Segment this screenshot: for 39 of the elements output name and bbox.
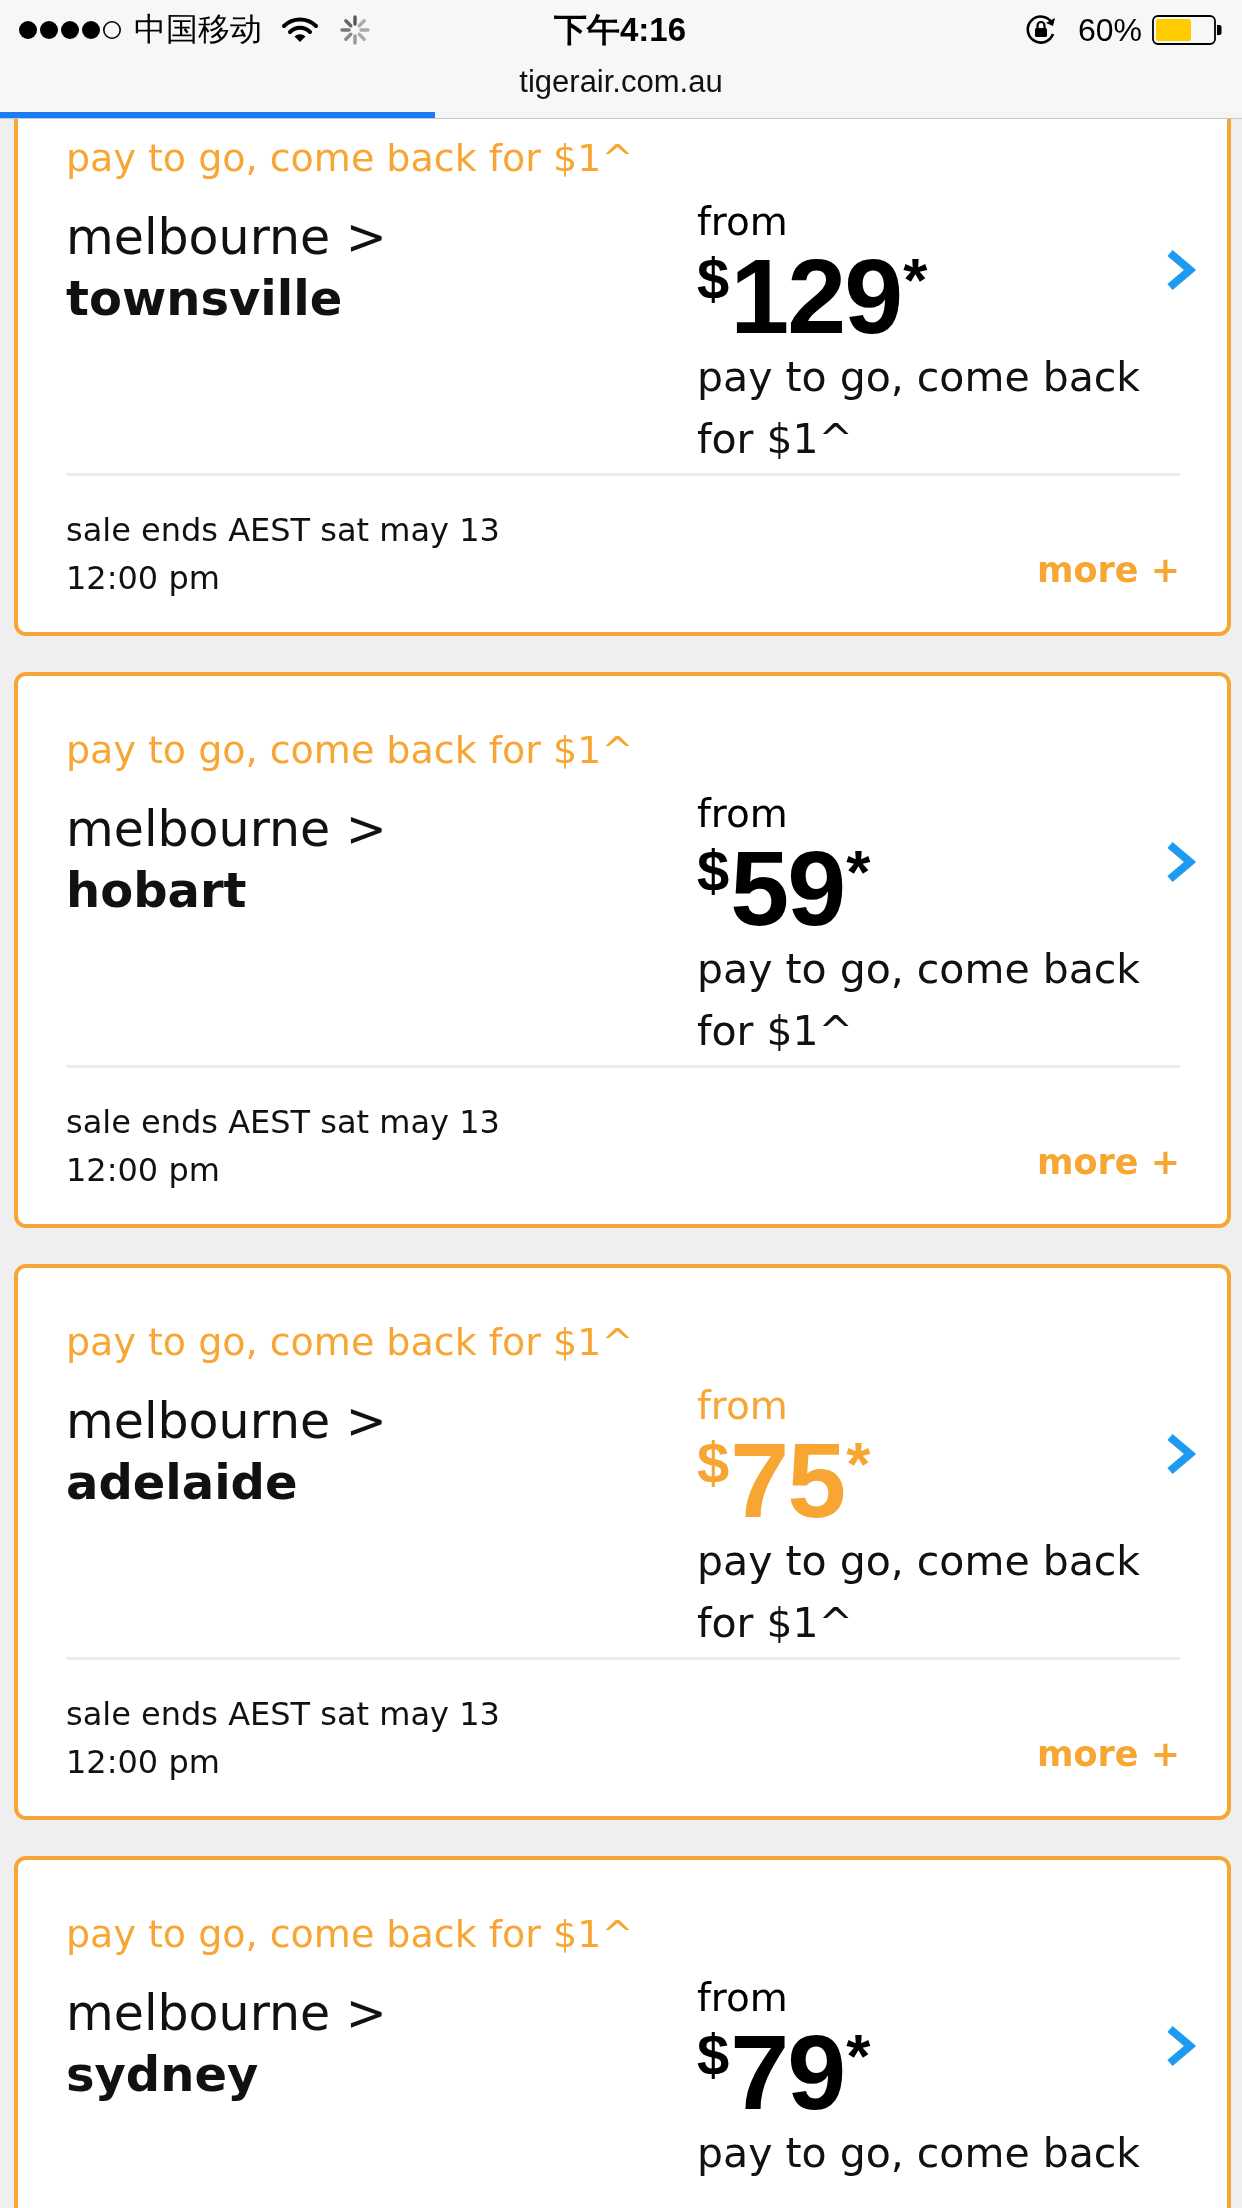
destination-text: hobart [66, 861, 248, 920]
battery-percentage: 60% [1077, 11, 1142, 49]
price-note: pay to go, come back [697, 2128, 1142, 2179]
price-note: pay to go, come back for $1^ [697, 944, 1142, 1057]
promo-text: pay to go, come back for $1^ [66, 1319, 635, 1366]
price-text: $^{$}$59$^{*}$ [697, 838, 870, 938]
promo-text: pay to go, come back for $1^ [66, 1911, 635, 1958]
fare-card[interactable]: pay to go, come back for $1^ melbourne > sydney from $^{$}$79$^{*}$ pay to go, come back [14, 1856, 1231, 2208]
destination-text: adelaide [66, 1453, 299, 1512]
promo-text: pay to go, come back for $1^ [66, 727, 635, 774]
price-note: pay to go, come back for $1^ [697, 1536, 1142, 1649]
sale-ends-text: sale ends AEST sat may 13 12:00 pm [66, 510, 501, 599]
from-label: from [697, 198, 789, 246]
fare-card[interactable]: pay to go, come back for $1^ melbourne > townsville from $^{$}$129$^{*}$ pay to go, come back for $1^ sale ends AEST sat may 13 12:00 pm more + [14, 119, 1231, 636]
fare-card[interactable]: pay to go, come back for $1^ melbourne > hobart from $^{$}$59$^{*}$ pay to go, come back for $1^ sale ends AEST sat may 13 12:00 pm more + [14, 672, 1231, 1228]
loading-spinner-icon [340, 15, 370, 45]
sale-ends-text: sale ends AEST sat may 13 12:00 pm [66, 1694, 501, 1783]
destination-text: townsville [66, 269, 344, 328]
origin-text: melbourne > [66, 208, 388, 268]
price-text: $^{$}$129$^{*}$ [697, 246, 927, 346]
origin-text: melbourne > [66, 1392, 388, 1452]
from-label: from [697, 1974, 789, 2022]
fare-card[interactable]: pay to go, come back for $1^ melbourne > adelaide from $^{$}$75$^{*}$ pay to go, come back for $1^ sale ends AEST sat may 13 12:00 pm more + [14, 1264, 1231, 1820]
carrier-name: 中国移动 [134, 10, 262, 49]
price-text: $^{$}$79$^{*}$ [697, 2022, 870, 2122]
clock-time: 下午4:16 [553, 9, 687, 50]
sale-ends-text: sale ends AEST sat may 13 12:00 pm [66, 1102, 501, 1191]
origin-text: melbourne > [66, 1984, 388, 2044]
price-text: $^{$}$75$^{*}$ [697, 1430, 870, 1530]
battery-icon [1152, 15, 1222, 45]
from-label: from [697, 790, 789, 838]
destination-text: sydney [66, 2045, 260, 2104]
price-note: pay to go, come back for $1^ [697, 352, 1142, 465]
wifi-icon [282, 17, 318, 43]
origin-text: melbourne > [66, 800, 388, 860]
signal-strength-icon [18, 20, 122, 40]
promo-text: pay to go, come back for $1^ [66, 135, 635, 182]
from-label: from [697, 1382, 789, 1430]
address-url[interactable]: tigerair.com.au [519, 64, 723, 99]
